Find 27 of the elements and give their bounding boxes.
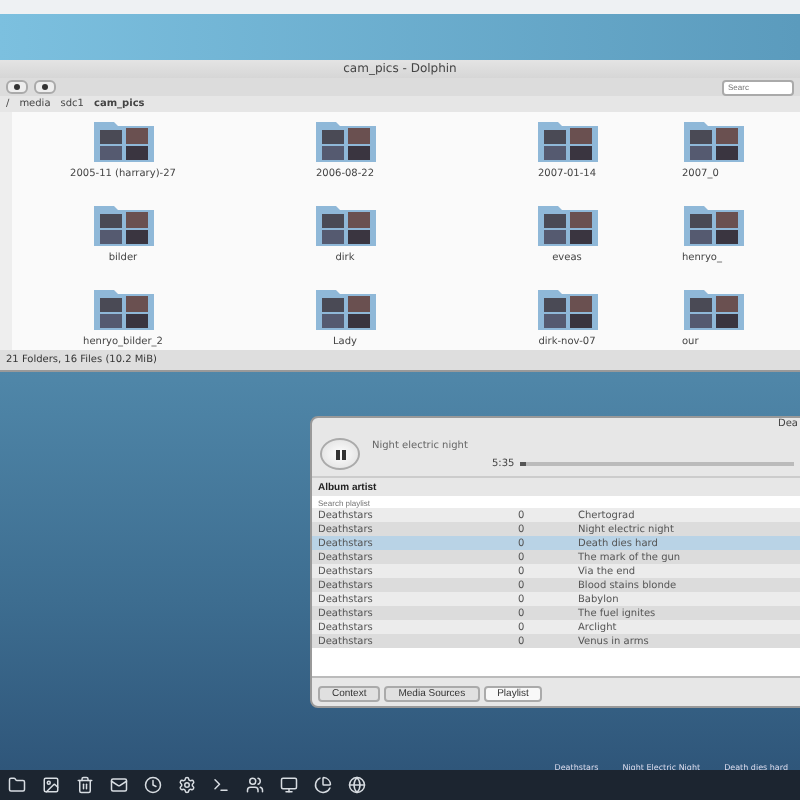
photo-folder-icon [682, 284, 746, 332]
users-icon[interactable] [246, 776, 264, 794]
photo-folder-icon [682, 116, 746, 164]
monitor-icon[interactable] [280, 776, 298, 794]
view-button[interactable] [34, 80, 56, 94]
photo-folder-icon [91, 200, 155, 248]
view-button[interactable] [6, 80, 28, 94]
photo-folder-icon [313, 116, 377, 164]
pie-chart-icon[interactable] [314, 776, 332, 794]
photo-folder-icon [682, 200, 746, 248]
trash-icon[interactable] [76, 776, 94, 794]
image-icon[interactable] [42, 776, 60, 794]
pause-icon [335, 449, 345, 459]
photo-folder-icon [313, 284, 377, 332]
photo-folder-icon [313, 200, 377, 248]
globe-icon[interactable] [348, 776, 366, 794]
clock-icon[interactable] [144, 776, 162, 794]
settings-icon[interactable] [178, 776, 196, 794]
photo-folder-icon [91, 284, 155, 332]
photo-folder-icon [535, 284, 599, 332]
mail-icon[interactable] [110, 776, 128, 794]
pause-button[interactable] [320, 438, 360, 470]
folder-icon[interactable] [8, 776, 26, 794]
photo-folder-icon [535, 200, 599, 248]
photo-folder-icon [535, 116, 599, 164]
photo-folder-icon [91, 116, 155, 164]
terminal-icon[interactable] [212, 776, 230, 794]
